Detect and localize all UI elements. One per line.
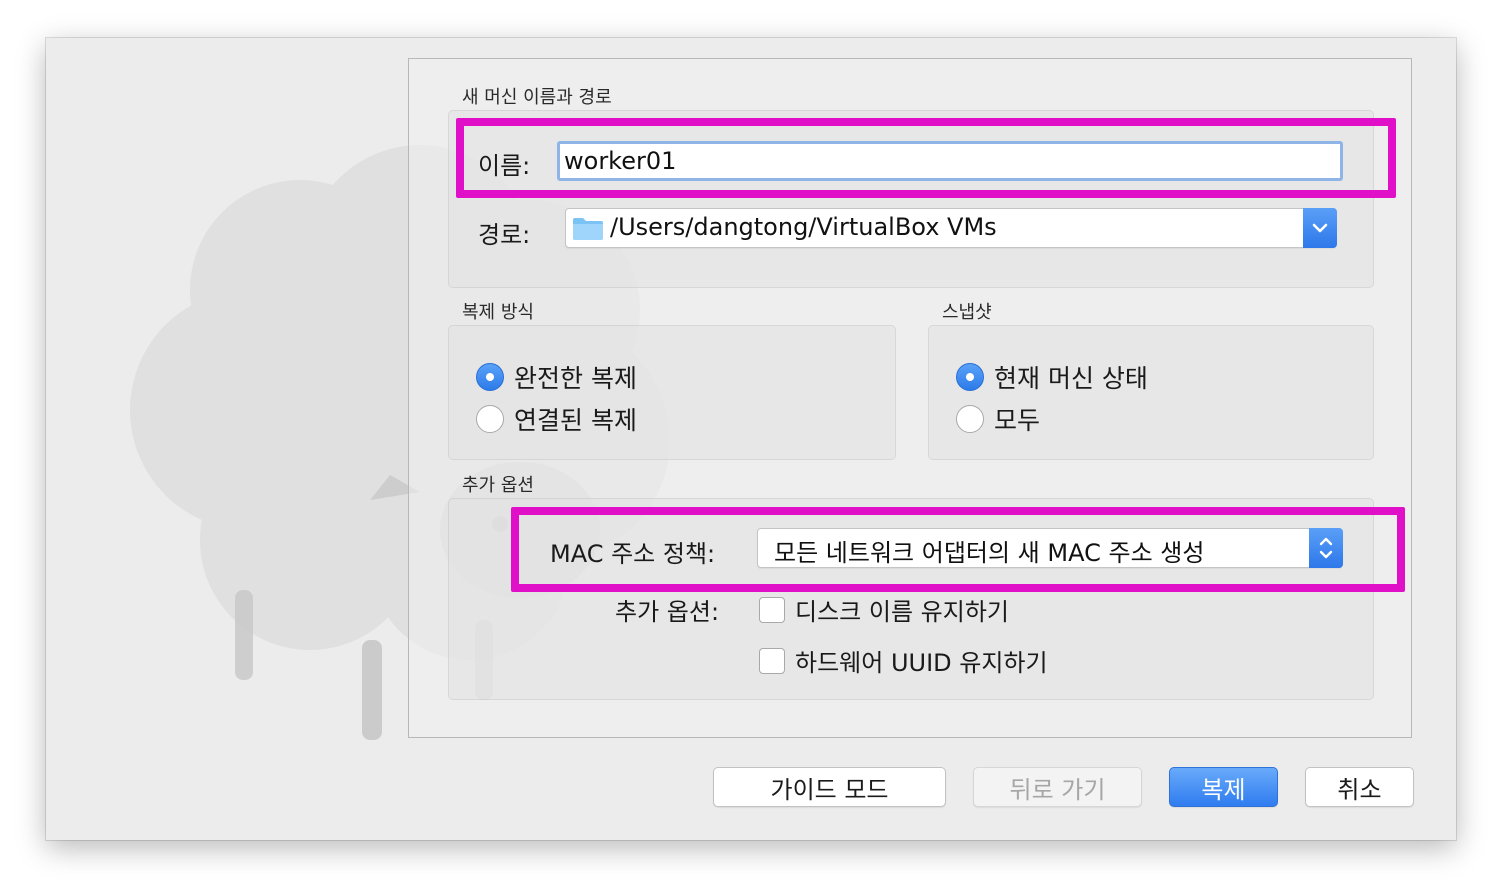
radio-label: 현재 머신 상태 [994, 364, 1148, 393]
radio-button[interactable] [476, 405, 504, 433]
path-dropdown-button[interactable] [1303, 208, 1337, 248]
path-label: 경로: [478, 221, 531, 249]
mac-policy-value: 모든 네트워크 어댑터의 새 MAC 주소 생성 [774, 539, 1205, 567]
radio-full-clone[interactable]: 완전한 복제 [476, 359, 637, 395]
name-field[interactable] [557, 141, 1343, 181]
radio-button-selected[interactable] [956, 363, 984, 391]
name-path-section-title: 새 머신 이름과 경로 [462, 87, 612, 108]
radio-label: 연결된 복제 [514, 406, 637, 435]
additional-section-title: 추가 옵션 [462, 475, 534, 496]
radio-current-state[interactable]: 현재 머신 상태 [956, 359, 1148, 395]
path-select[interactable]: /Users/dangtong/VirtualBox VMs [565, 208, 1337, 248]
name-label: 이름: [478, 152, 531, 180]
clone-button[interactable]: 복제 [1169, 767, 1278, 807]
radio-linked-clone[interactable]: 연결된 복제 [476, 401, 637, 437]
snapshot-section-title: 스냅샷 [942, 302, 992, 323]
path-value: /Users/dangtong/VirtualBox VMs [610, 213, 997, 241]
mac-policy-label: MAC 주소 정책: [550, 540, 716, 568]
radio-button[interactable] [956, 405, 984, 433]
clone-type-section-title: 복제 방식 [462, 302, 534, 323]
chevron-down-icon [1312, 223, 1328, 233]
guided-mode-button[interactable]: 가이드 모드 [713, 767, 946, 807]
updown-chevron-icon [1319, 537, 1333, 559]
checkbox-keep-disk-names[interactable]: 디스크 이름 유지하기 [759, 592, 1009, 627]
radio-button-selected[interactable] [476, 363, 504, 391]
back-button[interactable]: 뒤로 가기 [973, 767, 1142, 807]
mac-policy-dropdown-button[interactable] [1309, 528, 1343, 568]
checkbox-label: 디스크 이름 유지하기 [795, 598, 1009, 626]
name-path-group [448, 110, 1374, 288]
extra-options-label: 추가 옵션: [615, 598, 720, 626]
radio-label: 모두 [994, 406, 1041, 435]
checkbox[interactable] [759, 647, 785, 674]
mac-policy-select[interactable]: 모든 네트워크 어댑터의 새 MAC 주소 생성 [757, 528, 1343, 568]
folder-icon [573, 218, 603, 240]
radio-all[interactable]: 모두 [956, 401, 1040, 437]
checkbox-label: 하드웨어 UUID 유지하기 [795, 649, 1048, 677]
cancel-button[interactable]: 취소 [1305, 767, 1414, 807]
checkbox[interactable] [759, 596, 785, 623]
radio-label: 완전한 복제 [514, 364, 637, 393]
checkbox-keep-hardware-uuid[interactable]: 하드웨어 UUID 유지하기 [759, 643, 1048, 678]
